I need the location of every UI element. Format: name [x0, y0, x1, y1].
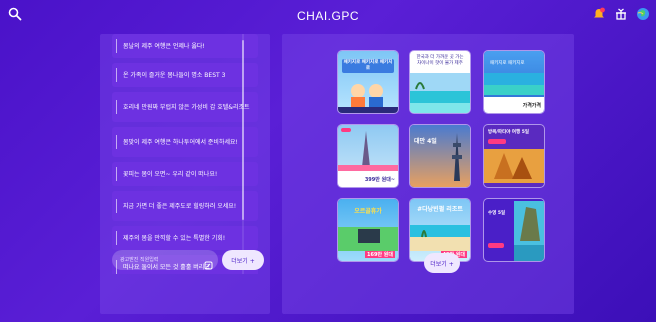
- card-caption: 방콕/파타야 여행 5일: [488, 130, 530, 135]
- travel-card[interactable]: 방콕/파타야 여행 5일: [484, 125, 544, 187]
- card-photo: [514, 201, 544, 261]
- top-icons: [592, 6, 650, 20]
- card-photo: [452, 133, 462, 181]
- list-item[interactable]: 온 가족이 즐거운 봄나들이 명소 BEST 3: [112, 63, 258, 87]
- card-price: 399만 원대~: [364, 177, 395, 183]
- more-button-left[interactable]: 더보기 +: [222, 250, 264, 270]
- edit-icon[interactable]: [204, 255, 213, 270]
- card-caption: 패키지로 패키지로: [490, 61, 525, 66]
- card-caption: 한국과 더 가까운 곳 가는 차이나이 핫이 불가 제주: [416, 55, 464, 66]
- list-item-label: 호리네 만원짜 부럽지 않은 가성비 갑 호텔&리조트: [123, 103, 250, 111]
- article-list: 봄날의 제주 여행은 언제나 옳다! 온 가족이 즐거운 봄나들이 명소 BES…: [112, 34, 258, 274]
- gift-icon[interactable]: [614, 6, 628, 20]
- travel-card[interactable]: 패키지로 패키지로 패키지로: [338, 51, 398, 113]
- card-caption: 수영 5일: [488, 211, 506, 216]
- card-photo: [484, 149, 544, 183]
- notification-icon[interactable]: [592, 6, 606, 20]
- card-price: 169만 원대: [365, 251, 395, 258]
- card-illustration: [351, 84, 383, 107]
- brand-logo[interactable]: CHAI.GPC: [0, 9, 656, 23]
- list-scrollbar-thumb[interactable]: [242, 40, 244, 220]
- travel-card[interactable]: 패키지로 패키지로 가격가격: [484, 51, 544, 113]
- card-caption: 패키지로 패키지로 패키지로: [342, 59, 394, 73]
- list-item[interactable]: 제주의 봄을 만끽할 수 있는 특별한 기회!: [112, 226, 258, 250]
- card-price: 가격가격: [522, 103, 541, 109]
- card-photo: [410, 225, 470, 251]
- travel-card[interactable]: 399만 원대~: [338, 125, 398, 187]
- travel-card[interactable]: 한국과 더 가까운 곳 가는 차이나이 핫이 불가 제주: [410, 51, 470, 113]
- card-photo: [484, 73, 544, 95]
- card-caption: 오르골휴가: [354, 208, 382, 215]
- top-bar: CHAI.GPC: [0, 0, 656, 34]
- card-tag: [488, 139, 506, 144]
- list-item[interactable]: 지금 가면 더 좋은 제주도로 힐링하러 오세요!: [112, 191, 258, 221]
- travel-card[interactable]: 오르골휴가 169만 원대: [338, 199, 398, 261]
- card-tag: [488, 243, 504, 248]
- list-item-label: 봄맞이 제주 여행은 하나투어에서 준비하세요!: [123, 138, 238, 146]
- globe-icon[interactable]: [636, 6, 650, 20]
- search-input[interactable]: [120, 253, 200, 267]
- card-caption: 대만 4일: [414, 138, 437, 145]
- list-item-label: 꽃피는 봄이 오면~ 우리 같이 떠나요!: [123, 170, 218, 178]
- list-item[interactable]: 호리네 만원짜 부럽지 않은 가성비 갑 호텔&리조트: [112, 92, 258, 122]
- list-item-label: 제주의 봄을 만끽할 수 있는 특별한 기회!: [123, 234, 226, 242]
- card-photo: [410, 73, 470, 113]
- list-item-label: 지금 가면 더 좋은 제주도로 힐링하러 오세요!: [123, 202, 237, 210]
- card-tag: [341, 128, 351, 132]
- travel-card[interactable]: 수영 5일: [484, 199, 544, 261]
- travel-card[interactable]: #다낭빈펄 리조트 49만 원대: [410, 199, 470, 261]
- list-item[interactable]: 꽃피는 봄이 오면~ 우리 같이 떠나요!: [112, 162, 258, 186]
- search-field[interactable]: [112, 250, 218, 270]
- list-item-label: 봄날의 제주 여행은 언제나 옳다!: [123, 42, 205, 50]
- list-item[interactable]: 봄맞이 제주 여행은 하나투어에서 준비하세요!: [112, 127, 258, 157]
- card-photo: [338, 227, 398, 251]
- list-item[interactable]: 봄날의 제주 여행은 언제나 옳다!: [112, 34, 258, 58]
- more-button-right[interactable]: 더보기 +: [424, 253, 460, 273]
- card-caption: #다낭빈펄 리조트: [417, 206, 463, 213]
- travel-card[interactable]: 대만 4일: [410, 125, 470, 187]
- list-item-label: 온 가족이 즐거운 봄나들이 명소 BEST 3: [123, 71, 226, 79]
